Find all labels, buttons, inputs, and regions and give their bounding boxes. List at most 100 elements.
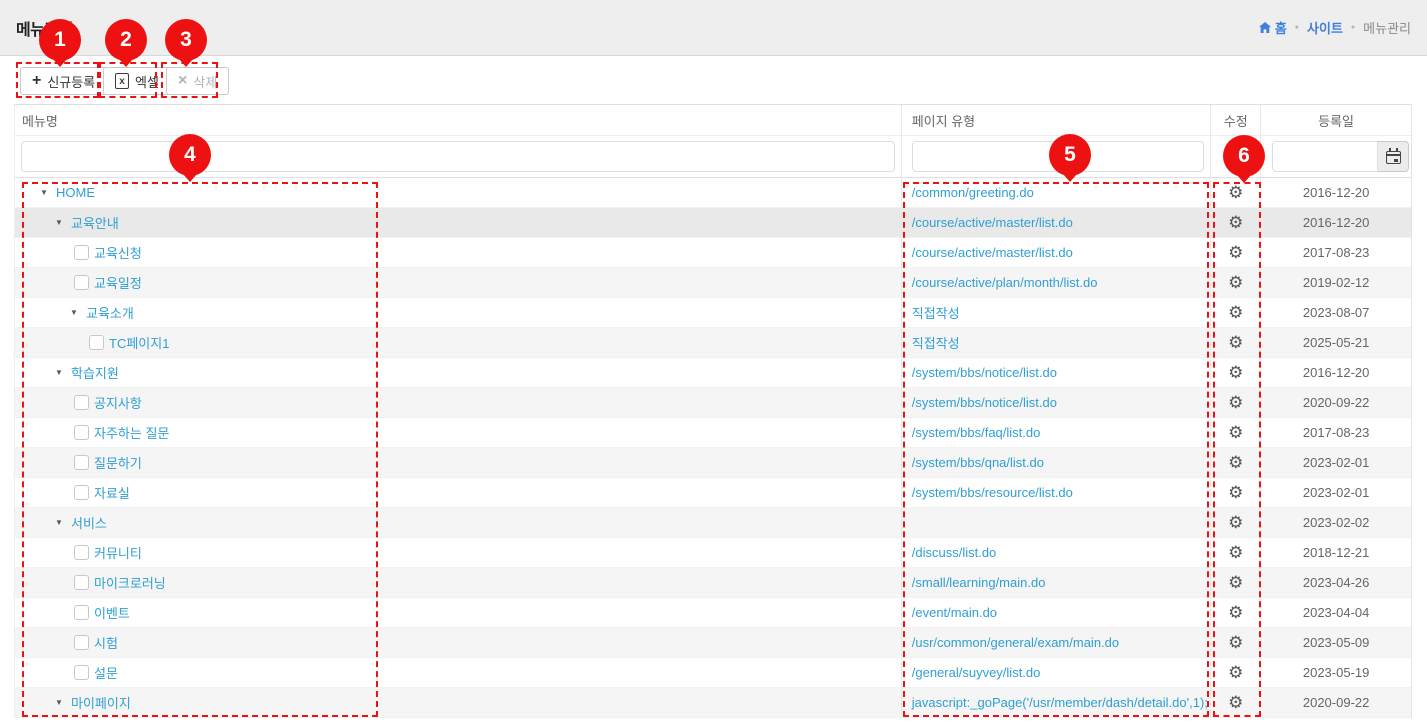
reg-date-value: 2018-12-21 <box>1303 545 1370 560</box>
reg-date-value: 2016-12-20 <box>1303 365 1370 380</box>
reg-date-filter-input[interactable] <box>1272 141 1378 172</box>
row-checkbox[interactable] <box>74 575 89 590</box>
page-type-link[interactable]: /general/suyvey/list.do <box>912 665 1041 680</box>
page-type-link[interactable]: /small/learning/main.do <box>912 575 1046 590</box>
gear-icon[interactable]: ⚙ <box>1228 484 1243 501</box>
tree-collapse-icon[interactable]: ▼ <box>40 189 49 197</box>
delete-button[interactable]: × 삭제 <box>166 67 229 95</box>
row-checkbox[interactable] <box>74 395 89 410</box>
menu-name-link[interactable]: 시험 <box>94 633 118 652</box>
gear-icon[interactable]: ⚙ <box>1228 604 1243 621</box>
gear-icon[interactable]: ⚙ <box>1228 274 1243 291</box>
page-type-cell <box>902 508 1212 537</box>
gear-icon[interactable]: ⚙ <box>1228 184 1243 201</box>
menu-name-link[interactable]: 서비스 <box>71 513 107 532</box>
reg-date-value: 2025-05-21 <box>1303 335 1370 350</box>
reg-date-cell: 2020-09-22 <box>1261 688 1411 717</box>
menu-name-link[interactable]: 교육신청 <box>94 243 142 262</box>
menu-name-link[interactable]: 이벤트 <box>94 603 130 622</box>
tree-collapse-icon[interactable]: ▼ <box>55 219 64 227</box>
table-row: 교육일정/course/active/plan/month/list.do⚙20… <box>15 268 1411 298</box>
breadcrumb-site[interactable]: 사이트 <box>1307 18 1343 37</box>
page-type-link[interactable]: /course/active/master/list.do <box>912 245 1073 260</box>
menu-name-link[interactable]: 마이페이지 <box>71 693 131 712</box>
page-type-link[interactable]: /system/bbs/notice/list.do <box>912 365 1057 380</box>
menu-name-link[interactable]: 학습지원 <box>71 363 119 382</box>
page-type-link[interactable]: javascript:_goPage('/usr/member/dash/det… <box>912 695 1208 710</box>
row-checkbox[interactable] <box>74 665 89 680</box>
gear-icon[interactable]: ⚙ <box>1228 514 1243 531</box>
row-checkbox[interactable] <box>74 275 89 290</box>
menu-name-link[interactable]: TC페이지1 <box>109 333 169 352</box>
menu-tree-cell: 질문하기 <box>15 448 902 477</box>
row-checkbox[interactable] <box>74 245 89 260</box>
page-type-cell: /general/suyvey/list.do <box>902 658 1212 687</box>
gear-icon[interactable]: ⚙ <box>1228 364 1243 381</box>
page-type-link[interactable]: /system/bbs/faq/list.do <box>912 425 1041 440</box>
page-type-link[interactable]: /course/active/master/list.do <box>912 215 1073 230</box>
menu-name-link[interactable]: 질문하기 <box>94 453 142 472</box>
page-type-link[interactable]: /discuss/list.do <box>912 545 997 560</box>
menu-name-link[interactable]: 교육소개 <box>86 303 134 322</box>
page-type-link[interactable]: /course/active/plan/month/list.do <box>912 275 1098 290</box>
page-type-cell: /system/bbs/notice/list.do <box>902 358 1212 387</box>
gear-icon[interactable]: ⚙ <box>1228 304 1243 321</box>
gear-icon[interactable]: ⚙ <box>1228 454 1243 471</box>
menu-tree-cell: ▼ 마이페이지 <box>15 688 902 717</box>
excel-button[interactable]: x 엑셀 <box>103 67 171 95</box>
gear-icon[interactable]: ⚙ <box>1228 664 1243 681</box>
table-row: ▼ 마이페이지 javascript:_goPage('/usr/member/da… <box>15 688 1411 718</box>
row-checkbox[interactable] <box>74 455 89 470</box>
breadcrumb-home-label: 홈 <box>1275 18 1287 37</box>
menu-name-link[interactable]: HOME <box>56 185 95 200</box>
tree-collapse-icon[interactable]: ▼ <box>70 309 79 317</box>
page-type-link[interactable]: /common/greeting.do <box>912 185 1034 200</box>
gear-icon[interactable]: ⚙ <box>1228 244 1243 261</box>
calendar-button[interactable] <box>1378 141 1409 172</box>
breadcrumb-home[interactable]: 홈 <box>1259 18 1287 37</box>
gear-icon[interactable]: ⚙ <box>1228 424 1243 441</box>
menu-name-link[interactable]: 커뮤니티 <box>94 543 142 562</box>
menu-name-link[interactable]: 교육일정 <box>94 273 142 292</box>
page-type-cell: /usr/common/general/exam/main.do <box>902 628 1212 657</box>
gear-icon[interactable]: ⚙ <box>1228 214 1243 231</box>
menu-name-link[interactable]: 공지사항 <box>94 393 142 412</box>
menu-name-link[interactable]: 마이크로러닝 <box>94 573 166 592</box>
gear-icon[interactable]: ⚙ <box>1228 694 1243 711</box>
gear-icon[interactable]: ⚙ <box>1228 574 1243 591</box>
tree-collapse-icon[interactable]: ▼ <box>55 519 64 527</box>
page-type-link[interactable]: 직접작성 <box>912 333 960 352</box>
row-checkbox[interactable] <box>74 605 89 620</box>
column-header-reg-date: 등록일 <box>1261 105 1411 135</box>
reg-date-value: 2017-08-23 <box>1303 245 1370 260</box>
menu-name-link[interactable]: 설문 <box>94 663 118 682</box>
page-type-link[interactable]: 직접작성 <box>912 303 960 322</box>
reg-date-cell: 2023-02-01 <box>1261 478 1411 507</box>
row-checkbox[interactable] <box>74 545 89 560</box>
gear-icon[interactable]: ⚙ <box>1228 634 1243 651</box>
page-type-link[interactable]: /system/bbs/qna/list.do <box>912 455 1044 470</box>
menu-tree-cell: 교육일정 <box>15 268 902 297</box>
menu-name-link[interactable]: 자주하는 질문 <box>94 423 169 442</box>
page-type-link[interactable]: /system/bbs/notice/list.do <box>912 395 1057 410</box>
tree-collapse-icon[interactable]: ▼ <box>55 369 64 377</box>
page-type-link[interactable]: /system/bbs/resource/list.do <box>912 485 1073 500</box>
gear-icon[interactable]: ⚙ <box>1228 334 1243 351</box>
page-type-link[interactable]: /event/main.do <box>912 605 997 620</box>
row-checkbox[interactable] <box>74 635 89 650</box>
menu-name-filter-input[interactable] <box>21 141 895 172</box>
new-register-button[interactable]: + 신규등록 <box>20 67 107 95</box>
tree-collapse-icon[interactable]: ▼ <box>55 699 64 707</box>
edit-cell: ⚙ <box>1211 268 1261 297</box>
row-checkbox[interactable] <box>89 335 104 350</box>
row-checkbox[interactable] <box>74 425 89 440</box>
column-header-menu: 메뉴명 <box>15 105 902 135</box>
gear-icon[interactable]: ⚙ <box>1228 544 1243 561</box>
page-type-link[interactable]: /usr/common/general/exam/main.do <box>912 635 1119 650</box>
row-checkbox[interactable] <box>74 485 89 500</box>
gear-icon[interactable]: ⚙ <box>1228 394 1243 411</box>
page-type-cell: /system/bbs/notice/list.do <box>902 388 1212 417</box>
menu-name-link[interactable]: 교육안내 <box>71 213 119 232</box>
menu-name-link[interactable]: 자료실 <box>94 483 130 502</box>
page-type-cell: /course/active/master/list.do <box>902 238 1212 267</box>
